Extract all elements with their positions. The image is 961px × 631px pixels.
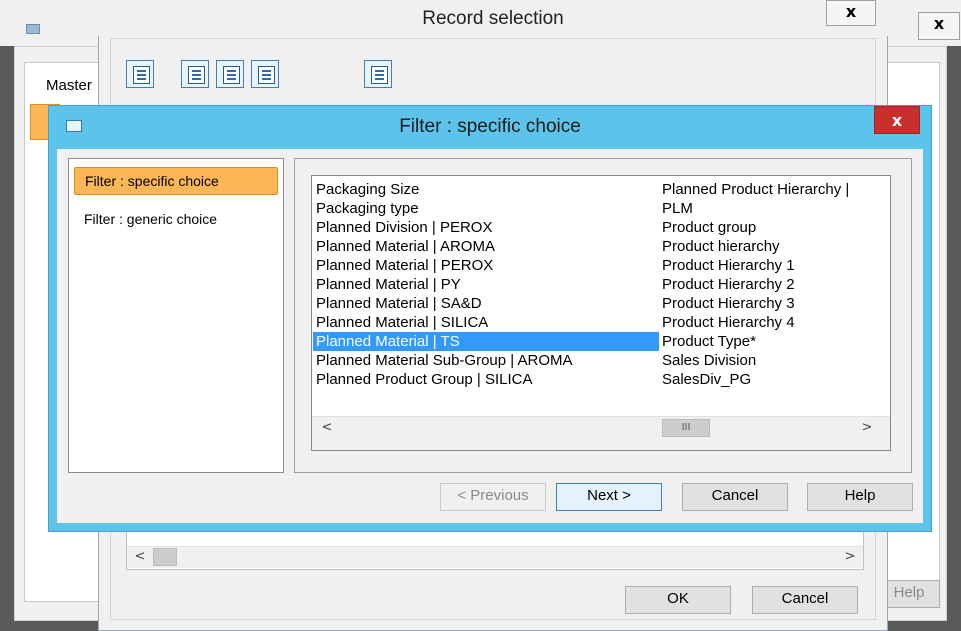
list-item[interactable]: PLM xyxy=(659,199,889,218)
nav-specific-choice[interactable]: Filter : specific choice xyxy=(74,167,278,195)
field-list[interactable]: Packaging Size Packaging type Planned Di… xyxy=(311,175,891,451)
list-hscrollbar[interactable] xyxy=(312,416,890,450)
list-scroll-right-arrow[interactable]: > xyxy=(856,418,878,438)
filter-cancel-button[interactable]: Cancel xyxy=(682,483,788,511)
filter-dialog-close-button[interactable]: x xyxy=(874,106,920,134)
ok-button[interactable]: OK xyxy=(625,586,731,614)
list-item[interactable]: Planned Product Hierarchy | xyxy=(659,180,889,199)
list-item[interactable]: Planned Division | PEROX xyxy=(313,218,659,237)
export-icon[interactable] xyxy=(364,60,392,88)
scroll-left-arrow[interactable]: < xyxy=(128,547,152,567)
filter-icon[interactable] xyxy=(216,60,244,88)
list-item[interactable]: Product Hierarchy 4 xyxy=(659,313,889,332)
list-item[interactable]: Planned Product Group | SILICA xyxy=(313,370,659,389)
list-item[interactable]: Product group xyxy=(659,218,889,237)
next-button[interactable]: Next > xyxy=(556,483,662,511)
filter-dialog-title: Filter : specific choice xyxy=(399,116,581,137)
record-selection-close-button[interactable]: x xyxy=(826,0,876,26)
help-button[interactable]: Help xyxy=(807,483,913,511)
list-item[interactable]: Product Hierarchy 2 xyxy=(659,275,889,294)
list-item-selected[interactable]: Planned Material | TS xyxy=(313,332,659,351)
previous-button[interactable]: < Previous xyxy=(440,483,546,511)
list-item[interactable]: Planned Material | PY xyxy=(313,275,659,294)
checklist-icon[interactable] xyxy=(181,60,209,88)
list-item[interactable]: Product Hierarchy 1 xyxy=(659,256,889,275)
list-item[interactable]: Planned Material | SILICA xyxy=(313,313,659,332)
list-item[interactable]: Planned Material | AROMA xyxy=(313,237,659,256)
list-scroll-left-arrow[interactable]: < xyxy=(316,418,338,438)
record-table-hscrollbar[interactable] xyxy=(127,546,863,568)
list-item[interactable]: Planned Material | PEROX xyxy=(313,256,659,275)
list-item[interactable]: Packaging Size xyxy=(313,180,659,199)
list-item[interactable]: Product Type* xyxy=(659,332,889,351)
list-item[interactable]: SalesDiv_PG xyxy=(659,370,889,389)
list-item[interactable]: Product Hierarchy 3 xyxy=(659,294,889,313)
list-item[interactable]: Planned Material Sub-Group | AROMA xyxy=(313,351,659,370)
list-item[interactable]: Sales Division xyxy=(659,351,889,370)
list-item[interactable]: Product hierarchy xyxy=(659,237,889,256)
scroll-right-arrow[interactable]: > xyxy=(838,547,862,567)
app-icon xyxy=(26,24,40,34)
list-item[interactable]: Packaging type xyxy=(313,199,659,218)
scroll-thumb[interactable] xyxy=(153,548,177,566)
nav-generic-choice[interactable]: Filter : generic choice xyxy=(74,206,278,234)
background-close-button[interactable]: x xyxy=(918,12,960,40)
record-selection-title: Record selection xyxy=(98,0,888,36)
cancel-button[interactable]: Cancel xyxy=(752,586,858,614)
list-scroll-thumb[interactable]: III xyxy=(662,419,710,437)
list-item[interactable]: Planned Material | SA&D xyxy=(313,294,659,313)
user-list-icon[interactable] xyxy=(251,60,279,88)
layout-icon[interactable] xyxy=(126,60,154,88)
